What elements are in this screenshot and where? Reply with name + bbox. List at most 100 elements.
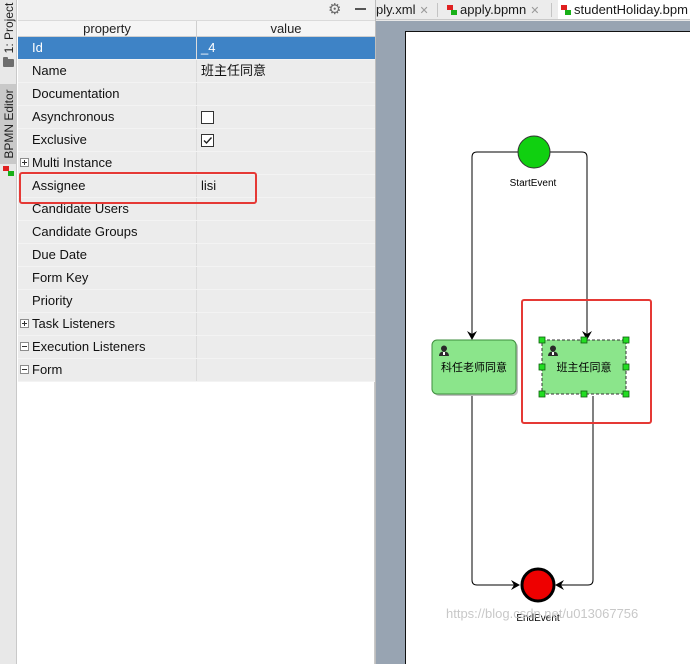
property-value-cell[interactable]: 班主任同意 xyxy=(197,60,375,82)
tool-window-strip: 1: Project BPMN Editor xyxy=(0,0,17,664)
property-name-cell: Asynchronous xyxy=(18,106,197,128)
hide-panel-icon[interactable] xyxy=(355,8,366,10)
collapse-icon[interactable] xyxy=(20,342,29,351)
start-event-label: StartEvent xyxy=(510,178,557,189)
bpmn-icon xyxy=(3,166,14,176)
property-value-cell[interactable]: _4 xyxy=(197,37,375,59)
property-value-cell[interactable] xyxy=(197,313,375,335)
property-name: Name xyxy=(32,63,67,78)
watermark: https://blog.csdn.net/u013067756 xyxy=(446,606,639,621)
bpmn-editor-tool-tab[interactable]: BPMN Editor xyxy=(0,84,17,164)
property-row[interactable]: Candidate Users xyxy=(18,198,375,221)
property-name-cell: Id xyxy=(18,37,197,59)
property-name-cell: Exclusive xyxy=(18,129,197,151)
property-name-cell: Due Date xyxy=(18,244,197,266)
property-value-cell[interactable]: lisi xyxy=(197,175,375,197)
tab-separator xyxy=(437,3,438,17)
tab-separator xyxy=(551,3,552,17)
property-name-cell: Multi Instance xyxy=(18,152,197,174)
bpmn-editor: ply.xml ✕ apply.bpmn ✕ studentHoliday.bpm xyxy=(375,0,690,664)
property-name: Multi Instance xyxy=(32,155,113,170)
property-grid: property value Id _4 Name 班主任同意 Documentatio… xyxy=(18,20,375,382)
project-tool-tab-label: 1: Project xyxy=(1,2,16,54)
property-row[interactable]: Task Listeners xyxy=(18,313,375,336)
property-name: Exclusive xyxy=(32,132,87,147)
property-value-cell[interactable] xyxy=(197,83,375,105)
property-row[interactable]: Asynchronous xyxy=(18,106,375,129)
property-row[interactable]: Form Key xyxy=(18,267,375,290)
property-value-cell[interactable] xyxy=(197,244,375,266)
expand-icon[interactable] xyxy=(20,319,29,328)
property-name-cell: Execution Listeners xyxy=(18,336,197,358)
property-value-cell[interactable] xyxy=(197,267,375,289)
property-name: Form Key xyxy=(32,270,89,285)
close-icon[interactable]: ✕ xyxy=(530,5,539,17)
property-name: Asynchronous xyxy=(32,109,115,124)
project-tool-tab[interactable]: 1: Project xyxy=(0,0,17,56)
property-name-cell: Name xyxy=(18,60,197,82)
property-row[interactable]: Form xyxy=(18,359,375,382)
bpmn-file-icon xyxy=(561,5,571,15)
tab-label: apply.bpmn xyxy=(460,2,527,17)
property-value-cell[interactable] xyxy=(197,336,375,358)
flow-right-task-to-end[interactable] xyxy=(555,396,594,590)
value-column-header: value xyxy=(270,21,302,36)
flow-left-task-to-end[interactable] xyxy=(471,396,520,590)
expand-icon[interactable] xyxy=(20,158,29,167)
property-row[interactable]: Documentation xyxy=(18,83,375,106)
bpmn-editor-tool-tab-label: BPMN Editor xyxy=(1,89,16,159)
property-value: 班主任同意 xyxy=(201,63,267,78)
tab-label: ply.xml xyxy=(376,2,416,17)
property-value-cell[interactable] xyxy=(197,152,375,174)
property-column-header: property xyxy=(18,21,197,36)
checkbox-unchecked[interactable] xyxy=(201,111,214,124)
property-value-cell[interactable] xyxy=(197,221,375,243)
property-name: Documentation xyxy=(32,86,120,101)
property-name: Form xyxy=(32,362,63,377)
gear-icon[interactable]: ⚙ xyxy=(328,1,341,18)
property-value-cell[interactable] xyxy=(197,106,375,128)
tab-apply-bpmn[interactable]: apply.bpmn ✕ xyxy=(444,0,549,19)
collapse-icon[interactable] xyxy=(20,365,29,374)
property-row[interactable]: Exclusive xyxy=(18,129,375,152)
property-row[interactable]: Name 班主任同意 xyxy=(18,60,375,83)
diagram-canvas[interactable]: StartEvent EndEvent 科任老师同意 班主任同意 xyxy=(405,31,690,664)
property-name-cell: Form xyxy=(18,359,197,381)
property-name-cell: Candidate Users xyxy=(18,198,197,220)
property-row[interactable]: Priority xyxy=(18,290,375,313)
bpmn-file-icon xyxy=(447,5,457,15)
property-value-cell[interactable] xyxy=(197,198,375,220)
property-name-cell: Priority xyxy=(18,290,197,312)
task-left-label: 科任老师同意 xyxy=(441,360,507,374)
end-event-circle[interactable] xyxy=(520,567,556,603)
task-right-label: 班主任同意 xyxy=(557,360,612,374)
property-name: Due Date xyxy=(32,247,87,262)
checkbox-checked[interactable] xyxy=(201,134,214,147)
property-name-cell: Task Listeners xyxy=(18,313,197,335)
tab-label: studentHoliday.bpm xyxy=(574,2,688,17)
property-name: Priority xyxy=(32,293,73,308)
property-grid-header: property value xyxy=(18,20,375,37)
folder-icon xyxy=(3,57,14,67)
property-row[interactable]: Execution Listeners xyxy=(18,336,375,359)
property-name-cell: Documentation xyxy=(18,83,197,105)
start-event-circle[interactable] xyxy=(517,135,551,169)
property-row[interactable]: Assignee lisi xyxy=(18,175,375,198)
tab-apply-xml[interactable]: ply.xml ✕ xyxy=(376,0,435,19)
property-row[interactable]: Multi Instance xyxy=(18,152,375,175)
property-name-cell: Candidate Groups xyxy=(18,221,197,243)
property-row[interactable]: Id _4 xyxy=(18,37,375,60)
property-row[interactable]: Candidate Groups xyxy=(18,221,375,244)
property-value-cell[interactable] xyxy=(197,129,375,151)
property-value-cell[interactable] xyxy=(197,359,375,381)
property-name: Candidate Groups xyxy=(32,224,138,239)
property-name-cell: Form Key xyxy=(18,267,197,289)
tab-studentholiday-bpmn[interactable]: studentHoliday.bpm xyxy=(558,0,690,19)
property-name-cell: Assignee xyxy=(18,175,197,197)
close-icon[interactable]: ✕ xyxy=(419,5,428,17)
property-value: lisi xyxy=(201,178,217,193)
property-value-cell[interactable] xyxy=(197,290,375,312)
property-row[interactable]: Due Date xyxy=(18,244,375,267)
property-name: Candidate Users xyxy=(32,201,129,216)
property-name: Assignee xyxy=(32,178,86,193)
